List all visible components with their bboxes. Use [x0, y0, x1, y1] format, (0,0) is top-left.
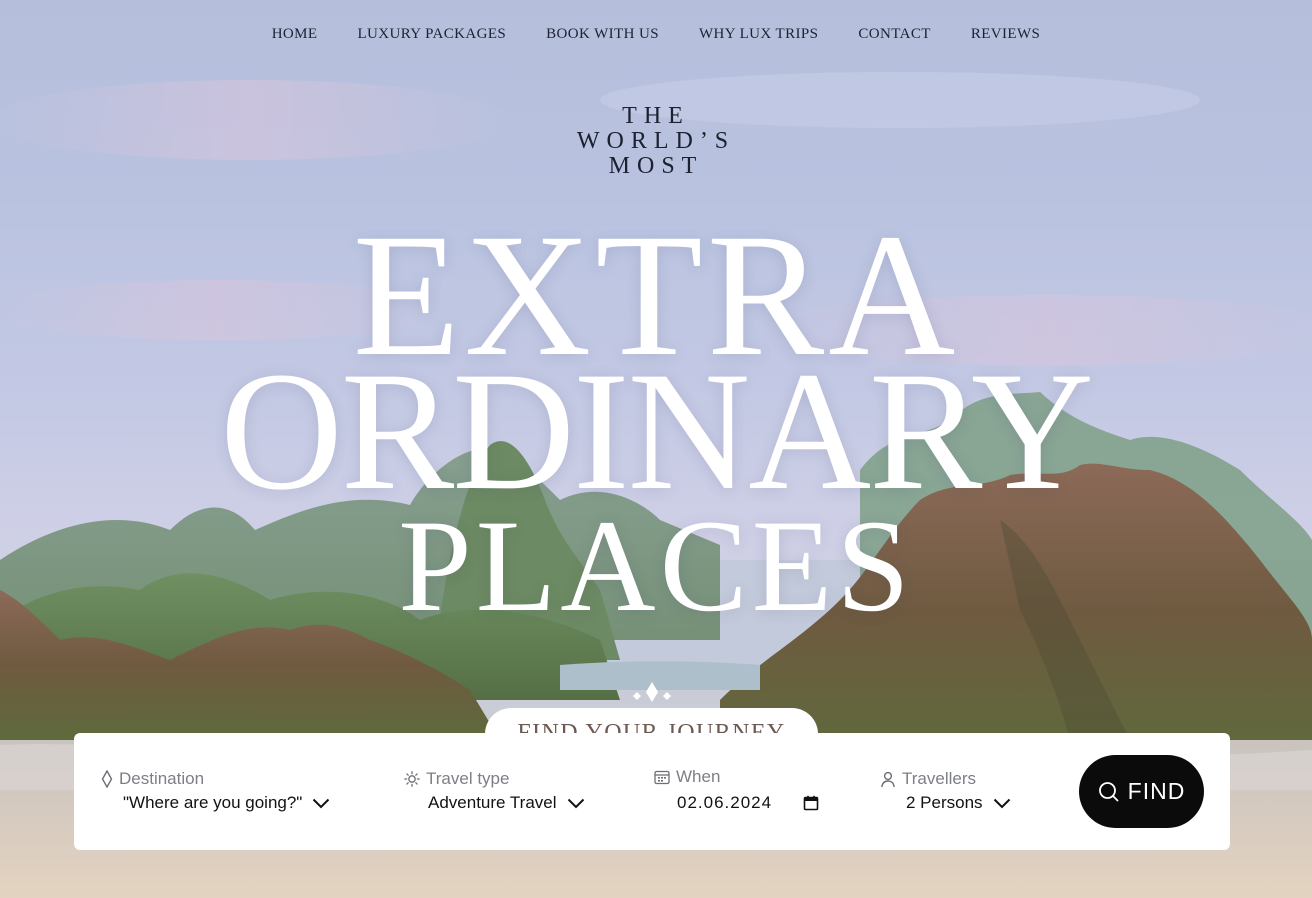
- hero-title-line-3: PLACES: [398, 492, 914, 639]
- date-input[interactable]: 02.06.2024: [654, 793, 819, 813]
- when-field: When 02.06.2024: [654, 767, 819, 813]
- nav-home[interactable]: HOME: [252, 26, 338, 43]
- destination-value: "Where are you going?": [123, 793, 303, 812]
- travel-type-label: Travel type: [426, 769, 510, 788]
- destination-field: Destination "Where are you going?": [101, 769, 330, 813]
- ornament-icon: [633, 682, 671, 702]
- diamond-icon: [101, 770, 113, 788]
- travellers-value: 2 Persons: [906, 793, 983, 812]
- person-icon: [881, 771, 895, 787]
- calendar-icon: [654, 770, 670, 785]
- main-nav: HOME LUXURY PACKAGES BOOK WITH US WHY LU…: [0, 26, 1312, 43]
- travel-type-field: Travel type Adventure Travel: [404, 769, 585, 813]
- chevron-down-icon: [313, 798, 330, 808]
- destination-select[interactable]: "Where are you going?": [101, 793, 330, 813]
- nav-reviews[interactable]: REVIEWS: [951, 26, 1060, 43]
- find-button[interactable]: FIND: [1079, 755, 1204, 828]
- search-icon: [1098, 782, 1119, 802]
- destination-label: Destination: [119, 769, 205, 788]
- search-panel: Destination "Where are you going?" Trave…: [74, 733, 1230, 850]
- travel-type-select[interactable]: Adventure Travel: [404, 793, 585, 813]
- nav-contact[interactable]: CONTACT: [838, 26, 950, 43]
- travellers-label: Travellers: [902, 769, 976, 788]
- nav-why-lux-trips[interactable]: WHY LUX TRIPS: [679, 26, 838, 43]
- find-button-label: FIND: [1127, 778, 1186, 804]
- nav-book-with-us[interactable]: BOOK WITH US: [526, 26, 679, 43]
- when-label: When: [676, 767, 721, 786]
- chevron-down-icon: [567, 798, 584, 808]
- kicker-line-3: MOST: [608, 153, 704, 179]
- hero-title-line-2: ORDINARY: [220, 337, 1094, 525]
- travellers-field: Travellers 2 Persons: [880, 769, 1011, 813]
- date-picker-icon[interactable]: [803, 795, 819, 811]
- date-value: 02.06.2024: [677, 793, 773, 812]
- chevron-down-icon: [993, 798, 1010, 808]
- travellers-select[interactable]: 2 Persons: [880, 793, 1011, 813]
- travel-type-value: Adventure Travel: [428, 793, 557, 812]
- kicker-line-2: WORLD’S: [576, 128, 736, 154]
- kicker-line-1: THE: [622, 103, 690, 129]
- sun-icon: [404, 771, 420, 787]
- nav-luxury-packages[interactable]: LUXURY PACKAGES: [337, 26, 526, 43]
